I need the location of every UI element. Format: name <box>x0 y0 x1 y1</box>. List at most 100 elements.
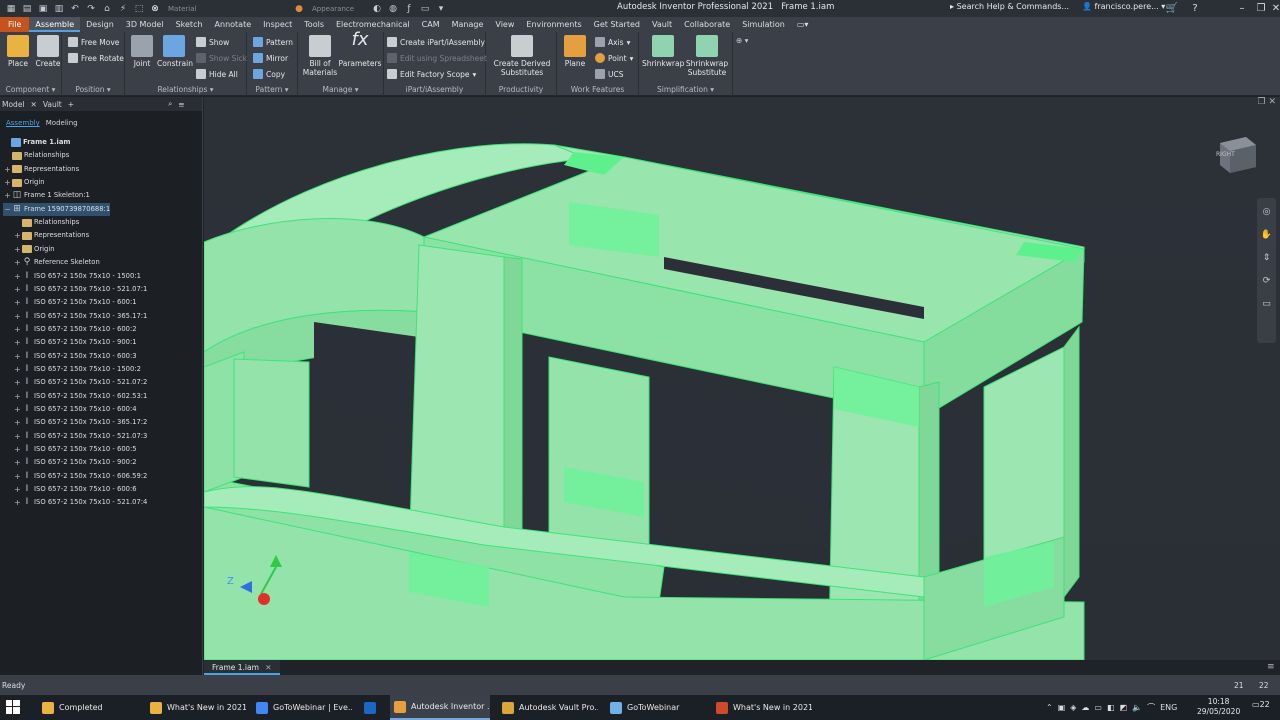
tab-sketch[interactable]: Sketch <box>170 17 209 32</box>
tree-item[interactable]: + I ISO 657-2 150x 75x10 - 521.07:1 <box>13 283 147 296</box>
edit-factory-scope-button[interactable]: Edit Factory Scope ▾ <box>387 69 476 79</box>
tab-3d-model[interactable]: 3D Model <box>120 17 170 32</box>
free-move-button[interactable]: Free Move <box>68 37 119 47</box>
user-menu[interactable]: 👤 francisco.pere... ▾ <box>1082 2 1165 11</box>
tree-item[interactable]: + I ISO 657-2 150x 75x10 - 600:4 <box>13 403 136 416</box>
system-clock[interactable]: 10:18 29/05/2020 <box>1197 697 1240 717</box>
tab-annotate[interactable]: Annotate <box>209 17 258 32</box>
tray-app-icon-2[interactable]: ◈ <box>1070 703 1076 712</box>
tree-item[interactable]: Relationships <box>3 149 69 162</box>
taskbar-item[interactable]: What's New in 2021... <box>712 695 812 720</box>
copy-button[interactable]: Copy <box>253 69 285 79</box>
tree-item[interactable]: + I ISO 657-2 150x 75x10 - 602.53:1 <box>13 390 147 403</box>
browser-menu-icon[interactable]: ≡ <box>178 100 184 109</box>
tree-expander-icon[interactable]: + <box>13 310 22 323</box>
user-name-text[interactable]: francisco.pere... <box>1095 2 1159 11</box>
browser-search-icon[interactable]: ⌕ <box>168 99 172 109</box>
tree-expander-icon[interactable]: + <box>13 430 22 443</box>
tree-expander-icon[interactable]: + <box>13 283 22 296</box>
tree-item[interactable]: + I ISO 657-2 150x 75x10 - 521.07:4 <box>13 496 147 509</box>
volume-icon[interactable]: 🔈 <box>1132 703 1142 712</box>
tree-item[interactable]: Relationships <box>13 216 79 229</box>
tree-expander-icon[interactable]: − <box>3 203 12 216</box>
tree-item[interactable]: − ⊞ Frame 1590739870688:1 <box>3 202 111 216</box>
tree-expander-icon[interactable]: + <box>13 243 22 256</box>
tab-inspect[interactable]: Inspect <box>257 17 298 32</box>
tree-expander-icon[interactable]: + <box>13 229 22 242</box>
steering-wheel-icon[interactable]: ◎ <box>1257 207 1276 221</box>
ucs-button[interactable]: UCS <box>595 69 624 79</box>
bom-button[interactable]: Bill of Materials <box>301 35 339 77</box>
close-doc-icon[interactable]: ⊗ <box>148 2 162 16</box>
viewcube[interactable]: RIGHT <box>1216 133 1260 175</box>
panel-relationships-title[interactable]: Relationships ▾ <box>125 85 246 94</box>
more-icon[interactable]: ▾ <box>434 2 448 16</box>
tray-app-icon[interactable]: ▣ <box>1058 703 1066 712</box>
tree-expander-icon[interactable]: + <box>3 176 12 189</box>
tab-tools[interactable]: Tools <box>298 17 330 32</box>
panel-component-title[interactable]: Component ▾ <box>0 85 61 94</box>
tree-item[interactable]: + I ISO 657-2 150x 75x10 - 521.07:2 <box>13 376 147 389</box>
maximize-viewport-icon[interactable]: ❐ <box>1258 97 1266 107</box>
tree-expander-icon[interactable]: + <box>13 443 22 456</box>
tree-item[interactable]: + I ISO 657-2 150x 75x10 - 606.59:2 <box>13 470 147 483</box>
appearance-icon[interactable]: ● <box>292 2 306 16</box>
tab-view[interactable]: View <box>489 17 520 32</box>
help-search-text[interactable]: Search Help & Commands... <box>957 2 1070 11</box>
tree-item[interactable]: + I ISO 657-2 150x 75x10 - 521.07:3 <box>13 430 147 443</box>
tray-app-icon-3[interactable]: ▭ <box>1094 703 1102 712</box>
edit-spreadsheet-button[interactable]: Edit using Spreadsheet <box>387 53 487 63</box>
new-icon[interactable]: ▤ <box>20 2 34 16</box>
tree-expander-icon[interactable]: + <box>13 483 22 496</box>
tree-expander-icon[interactable]: + <box>13 456 22 469</box>
tab-manage[interactable]: Manage <box>446 17 490 32</box>
tree-expander-icon[interactable]: + <box>13 403 22 416</box>
tray-cloud-icon[interactable]: ☁ <box>1081 703 1089 712</box>
joint-button[interactable]: Joint <box>130 35 154 68</box>
tab-vault-browser[interactable]: Vault <box>43 100 62 109</box>
tree-expander-icon[interactable]: + <box>13 336 22 349</box>
tree-expander-icon[interactable]: + <box>13 256 22 269</box>
color-icon[interactable]: ◍ <box>386 2 400 16</box>
panel-position-title[interactable]: Position ▾ <box>62 85 124 94</box>
create-ipart-button[interactable]: Create iPart/iAssembly <box>387 37 485 47</box>
taskbar-item[interactable]: Autodesk Vault Pro... <box>498 695 598 720</box>
tab-file[interactable]: File <box>0 17 30 32</box>
close-model-tab-icon[interactable]: ✕ <box>31 100 37 109</box>
free-rotate-button[interactable]: Free Rotate <box>68 53 124 63</box>
home-icon[interactable]: ⌂ <box>100 2 114 16</box>
document-tab-label[interactable]: Frame 1.iam <box>212 663 259 672</box>
tree-item[interactable]: + I ISO 657-2 150x 75x10 - 900:2 <box>13 456 136 469</box>
undo-icon[interactable]: ↶ <box>68 2 82 16</box>
tree-item[interactable]: + I ISO 657-2 150x 75x10 - 1500:1 <box>13 270 141 283</box>
tree-expander-icon[interactable]: + <box>3 163 12 176</box>
tab-menu-icon[interactable]: ≡ <box>1267 662 1275 672</box>
taskbar-item[interactable]: GoToWebinar <box>606 695 706 720</box>
tree-expander-icon[interactable]: + <box>13 470 22 483</box>
appearance-dropdown[interactable]: Appearance <box>308 2 368 15</box>
cart-icon[interactable]: 🛒 <box>1160 0 1184 17</box>
tree-item[interactable]: + ◫ Frame 1 Skeleton:1 <box>3 189 90 202</box>
tab-environments[interactable]: Environments <box>520 17 587 32</box>
tab-simulation[interactable]: Simulation <box>736 17 791 32</box>
tab-assemble[interactable]: Assemble <box>29 17 81 32</box>
help-icon[interactable]: ? <box>1183 0 1207 17</box>
tab-design[interactable]: Design <box>80 17 120 32</box>
tree-item[interactable]: + I ISO 657-2 150x 75x10 - 600:2 <box>13 323 136 336</box>
tree-expander-icon[interactable]: + <box>13 350 22 363</box>
ipart-icon[interactable]: ▭ <box>418 2 432 16</box>
tree-expander-icon[interactable]: + <box>13 296 22 309</box>
tree-item[interactable]: + I ISO 657-2 150x 75x10 - 365.17:2 <box>13 416 147 429</box>
tree-item[interactable]: + Origin <box>13 243 54 256</box>
point-button[interactable]: Point ▾ <box>595 53 633 63</box>
subtab-modeling[interactable]: Modeling <box>46 119 78 127</box>
mirror-button[interactable]: Mirror <box>253 53 288 63</box>
tree-item[interactable]: + Representations <box>13 229 89 242</box>
panel-simplification-title[interactable]: Simplification ▾ <box>639 85 732 94</box>
hide-all-button[interactable]: Hide All <box>196 69 238 79</box>
add-panel-button[interactable]: ⊕ ▾ <box>736 36 748 45</box>
orbit-icon[interactable]: ⟳ <box>1257 276 1276 290</box>
tree-item[interactable]: + I ISO 657-2 150x 75x10 - 900:1 <box>13 336 136 349</box>
tab-electromechanical[interactable]: Electromechanical <box>330 17 416 32</box>
clear-appearance-icon[interactable]: ◐ <box>370 2 384 16</box>
